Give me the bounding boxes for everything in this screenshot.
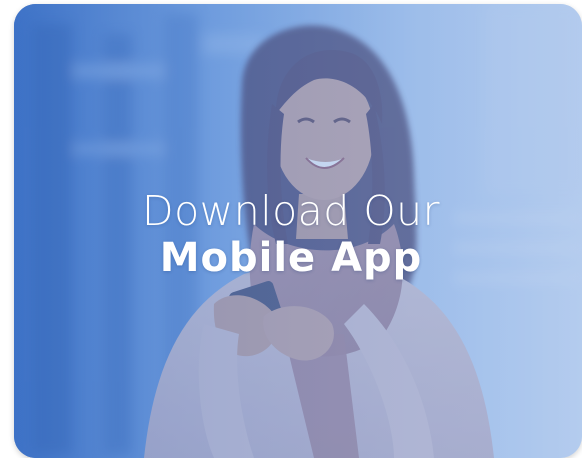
mobile-app-promo-card[interactable]: Download Our Mobile App	[14, 4, 582, 458]
headline-line-2: Mobile App	[159, 235, 423, 281]
headline-line-1: Download Our	[142, 187, 440, 235]
promo-headline: Download Our Mobile App	[14, 188, 582, 282]
